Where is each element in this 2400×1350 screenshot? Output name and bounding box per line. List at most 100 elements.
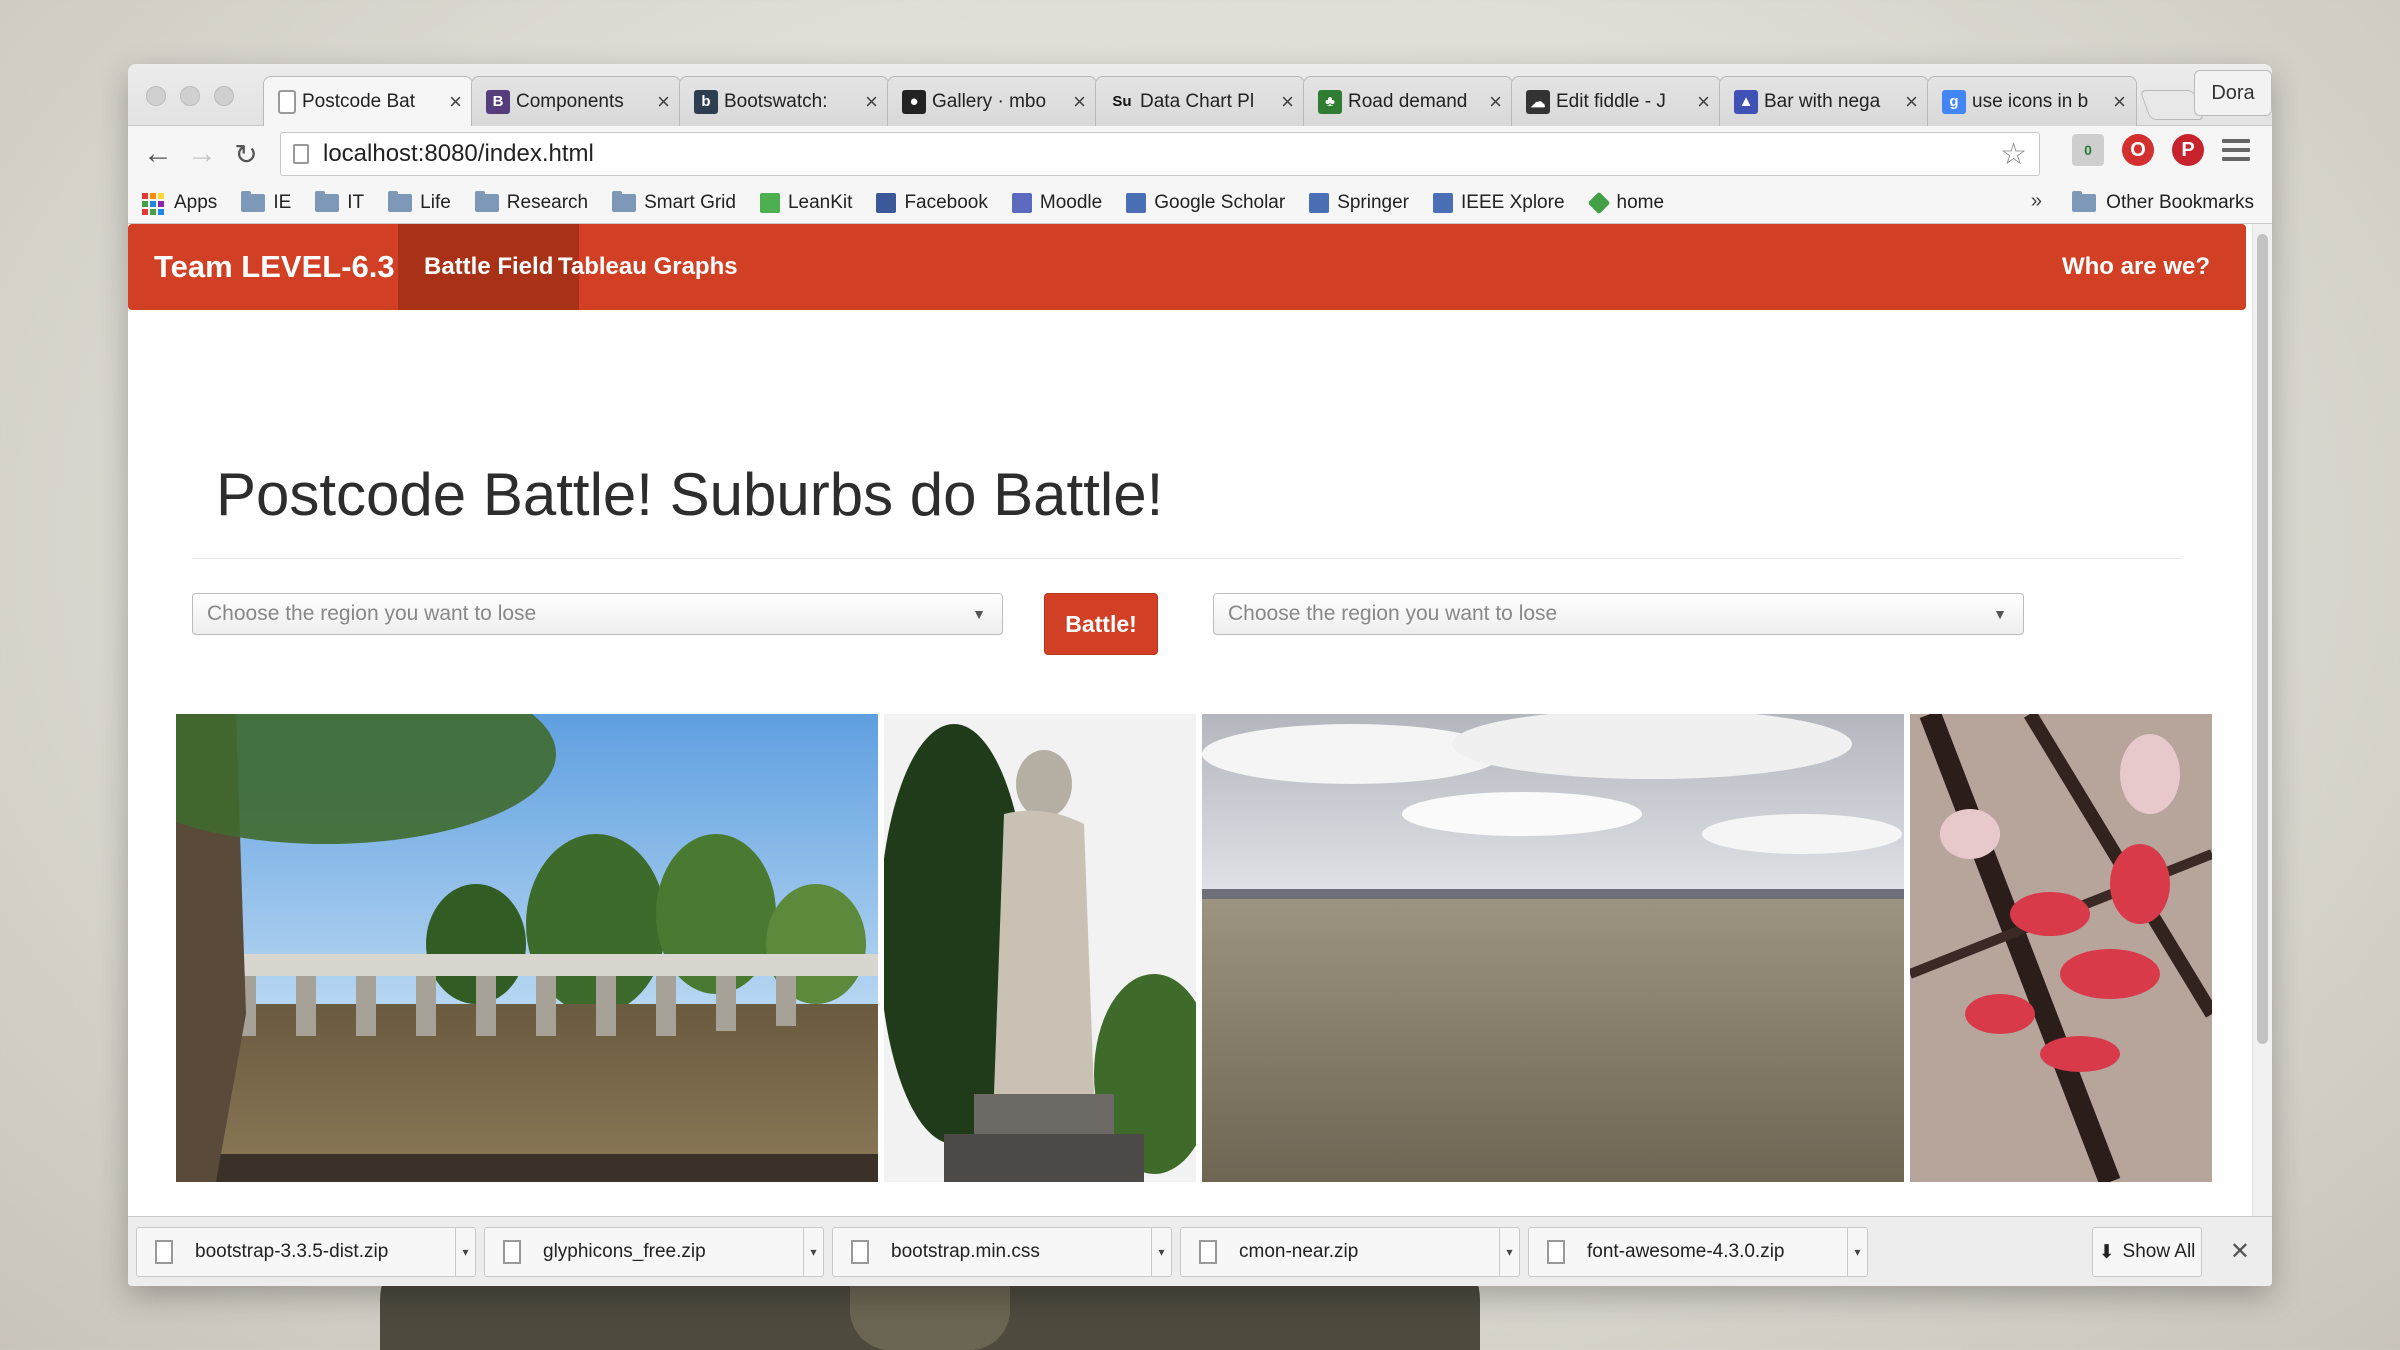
close-tab-icon[interactable]: × (1073, 89, 1086, 115)
bookmark-smart-grid[interactable]: Smart Grid (612, 190, 736, 214)
bookmark-life[interactable]: Life (388, 190, 451, 214)
address-bar[interactable]: localhost:8080/index.html ☆ (280, 132, 2040, 176)
photo-statue (884, 714, 1196, 1182)
left-region-select[interactable]: Choose the region you want to lose ▼ (192, 593, 1003, 635)
reload-button[interactable]: ↻ (224, 132, 268, 176)
download-options-caret-icon[interactable]: ▾ (1847, 1228, 1867, 1276)
bookmark-ieee-xplore[interactable]: IEEE Xplore (1433, 192, 1565, 214)
bookmark-it[interactable]: IT (315, 190, 364, 214)
download-filename: font-awesome-4.3.0.zip (1587, 1241, 1785, 1262)
bookmark-leankit[interactable]: LeanKit (759, 191, 853, 214)
home-diamond-icon (1587, 191, 1610, 214)
bookmark-label: IE (273, 191, 292, 213)
bookmark-moodle[interactable]: Moodle (1011, 192, 1102, 214)
chrome-menu-icon[interactable] (2222, 139, 2250, 161)
tab-label: Gallery · mbo (932, 90, 1047, 112)
browser-tab[interactable]: ☁ Edit fiddle - J × (1511, 76, 1721, 126)
download-filename: bootstrap-3.3.5-dist.zip (195, 1241, 389, 1262)
show-all-downloads-button[interactable]: ⬇ Show All (2092, 1227, 2202, 1277)
battle-button[interactable]: Battle! (1044, 593, 1158, 655)
close-tab-icon[interactable]: × (865, 89, 878, 115)
right-region-select[interactable]: Choose the region you want to lose ▼ (1213, 593, 2024, 635)
download-options-caret-icon[interactable]: ▾ (1499, 1228, 1519, 1276)
download-item[interactable]: cmon-near.zip ▾ (1180, 1227, 1520, 1277)
nav-who-are-we[interactable]: Who are we? (2036, 224, 2236, 310)
bookmarks-overflow-chevron[interactable]: » (2031, 190, 2042, 213)
bookmark-label: Springer (1337, 191, 1410, 213)
springer-icon (1309, 192, 1330, 213)
tab-label: Edit fiddle - J (1556, 90, 1666, 112)
right-select-placeholder: Choose the region you want to lose (1228, 602, 1558, 625)
close-tab-icon[interactable]: × (1905, 89, 1918, 115)
close-window-button[interactable] (146, 86, 166, 106)
browser-toolbar: ← → ↻ localhost:8080/index.html ☆ 0 O P (128, 126, 2272, 182)
browser-tab[interactable]: ▲ Bar with nega × (1719, 76, 1929, 126)
dropdown-arrow-icon: ▼ (972, 606, 986, 622)
bookmark-home[interactable]: home (1587, 191, 1664, 214)
site-brand[interactable]: Team LEVEL-6.3 (154, 224, 395, 310)
pinterest-icon[interactable]: P (2172, 134, 2204, 166)
dropdown-arrow-icon: ▼ (1993, 606, 2007, 622)
bookmark-research[interactable]: Research (474, 190, 589, 214)
page-icon (293, 144, 309, 164)
page-scrollbar[interactable] (2252, 224, 2272, 1224)
browser-tab[interactable]: b Bootswatch: × (679, 76, 889, 126)
close-tab-icon[interactable]: × (1281, 89, 1294, 115)
scholar-icon (1126, 192, 1147, 213)
tab-label: Data Chart Pl (1140, 90, 1255, 112)
bookmark-label: Research (506, 191, 589, 213)
download-item[interactable]: bootstrap-3.3.5-dist.zip ▾ (136, 1227, 476, 1277)
close-tab-icon[interactable]: × (449, 89, 462, 115)
folder-icon (241, 190, 266, 212)
download-shelf: ⬇ Show All ✕ bootstrap-3.3.5-dist.zip ▾ gl… (128, 1216, 2272, 1286)
bookmark-star-icon[interactable]: ☆ (2000, 137, 2027, 172)
bookmark-ie[interactable]: IE (241, 190, 292, 214)
forward-button[interactable]: → (180, 132, 224, 176)
browser-tab[interactable]: Su Data Chart Pl × (1095, 76, 1305, 126)
close-tab-icon[interactable]: × (657, 89, 670, 115)
bookmark-apps[interactable]: Apps (142, 191, 218, 215)
bookmark-facebook[interactable]: Facebook (876, 192, 988, 214)
bookmark-label: Smart Grid (644, 191, 736, 213)
zoom-window-button[interactable] (214, 86, 234, 106)
nav-tableau-graphs[interactable]: Tableau Graphs (532, 224, 764, 310)
minimize-window-button[interactable] (180, 86, 200, 106)
bookmark-label: LeanKit (787, 191, 853, 213)
browser-tab[interactable]: ♣ Road demand × (1303, 76, 1513, 126)
reload-icon: ↻ (234, 138, 258, 170)
file-icon (1547, 1240, 1565, 1264)
su-icon: Su (1112, 93, 1132, 110)
tabs: Postcode Bat × B Components × b Bootswatch: × ●… (263, 76, 2205, 126)
show-all-label: Show All (2122, 1241, 2196, 1262)
other-bookmarks[interactable]: Other Bookmarks (2072, 182, 2254, 224)
chart-icon: ▲ (1734, 89, 1758, 114)
bookmark-springer[interactable]: Springer (1309, 192, 1409, 214)
download-options-caret-icon[interactable]: ▾ (803, 1228, 823, 1276)
back-button[interactable]: ← (136, 132, 180, 176)
folder-icon (315, 190, 340, 212)
profile-button[interactable]: Dora (2194, 70, 2272, 116)
browser-tab[interactable]: B Components × (471, 76, 681, 126)
bookmark-label: Apps (174, 191, 218, 213)
bookmark-google-scholar[interactable]: Google Scholar (1126, 192, 1285, 214)
close-tab-icon[interactable]: × (2113, 89, 2126, 115)
download-item[interactable]: font-awesome-4.3.0.zip ▾ (1528, 1227, 1868, 1277)
facebook-icon (876, 192, 897, 213)
download-item[interactable]: glyphicons_free.zip ▾ (484, 1227, 824, 1277)
download-item[interactable]: bootstrap.min.css ▾ (832, 1227, 1172, 1277)
browser-window: Postcode Bat × B Components × b Bootswatch: × ●… (128, 64, 2272, 1286)
browser-tab[interactable]: g use icons in b × (1927, 76, 2137, 126)
download-options-caret-icon[interactable]: ▾ (455, 1228, 475, 1276)
close-tab-icon[interactable]: × (1697, 89, 1710, 115)
extension-badge-icon[interactable]: 0 (2072, 134, 2104, 166)
scrollbar-thumb[interactable] (2257, 234, 2268, 1044)
opera-extension-icon[interactable]: O (2122, 134, 2154, 166)
tree-icon: ♣ (1318, 89, 1342, 114)
bootswatch-icon: b (694, 89, 718, 114)
download-options-caret-icon[interactable]: ▾ (1151, 1228, 1171, 1276)
browser-tab[interactable]: Postcode Bat × (263, 76, 473, 126)
close-tab-icon[interactable]: × (1489, 89, 1502, 115)
leankit-icon (759, 192, 780, 213)
browser-tab[interactable]: ● Gallery · mbo × (887, 76, 1097, 126)
close-shelf-icon[interactable]: ✕ (2230, 1237, 2250, 1266)
